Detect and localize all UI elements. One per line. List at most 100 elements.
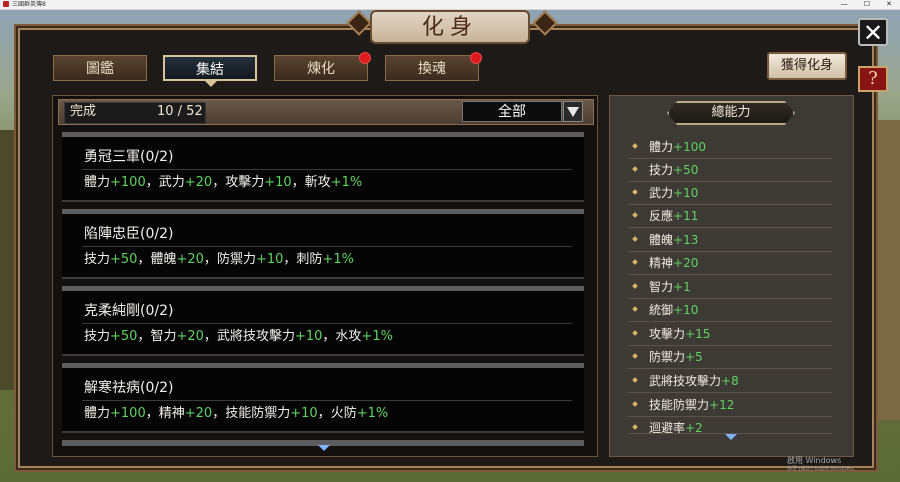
stat-bonus: +10 [255,252,284,267]
diamond-bullet-icon [632,236,638,242]
stat-bonus: +5 [685,350,703,364]
tab-label: 煉化 [307,61,335,77]
diamond-bullet-icon [632,166,638,172]
set-stats: 技力+50，智力+20，武將技攻擊力+10，水攻+1% [84,329,393,344]
minimize-button[interactable]: — [841,0,848,9]
stat-name: 反應 [649,209,674,223]
watermark-line: 移至 [設定] 以啟用 Windows。 [787,466,858,472]
dropdown-arrow-icon[interactable] [563,101,583,122]
divider [82,400,572,401]
close-button[interactable]: ✕ [858,18,888,46]
tab-codex[interactable]: 圖鑑 [53,55,147,81]
stat-name: 水攻 [335,329,362,344]
stat-bonus: +1 [673,280,691,294]
summary-title: 總能力 [711,105,751,120]
summary-row: 技力+50 [628,159,832,182]
obtain-incarnation-button[interactable]: 獲得化身 [767,52,847,80]
stat-name: 攻擊力 [649,327,686,341]
stat-name: 體力 [84,175,111,190]
diamond-bullet-icon [632,377,638,383]
alert-dot-icon [359,52,371,64]
stat-bonus: +100 [673,140,706,154]
stat-bonus: +10 [673,303,699,317]
set-title: 勇冠三軍(0/2) [84,149,174,165]
stat-name: 火防 [330,406,357,421]
active-tab-pointer-icon [205,81,217,87]
set-stats: 體力+100，武力+20，攻擊力+10，斬攻+1% [84,175,363,190]
stat-bonus: +20 [176,329,204,344]
summary-row: 攻擊力+15 [628,323,832,346]
maximize-button[interactable]: ☐ [864,0,870,9]
stat-bonus: +2 [685,421,703,435]
stat-name: 技力 [84,329,111,344]
stat-name: 防禦力 [216,252,256,267]
stat-bonus: +15 [685,327,711,341]
set-card[interactable]: 陷陣忠臣(0/2) 技力+50，體魄+20，防禦力+10，刺防+1% [62,209,584,279]
summary-row: 反應+11 [628,205,832,228]
stat-bonus: +1% [330,175,363,190]
divider [82,323,572,324]
summary-row: 迴避率+2 [628,417,832,435]
summary-row: 武力+10 [628,182,832,205]
tab-label: 圖鑑 [86,61,114,77]
stat-name: 刺防 [296,252,323,267]
stat-bonus: +10 [264,175,292,190]
set-card[interactable]: 解寒祛病(0/2) 體力+100，精神+20，技能防禦力+10，火防+1% [62,363,584,433]
progress-label: 完成 [70,104,97,119]
diamond-bullet-icon [632,283,638,289]
tab-refine[interactable]: 煉化 [274,52,371,81]
tab-label: 換魂 [418,61,446,77]
stat-bonus: +10 [294,329,323,344]
stat-bonus: +20 [184,406,213,421]
stat-bonus: +1% [322,252,354,267]
stat-name: 攻擊力 [225,175,265,190]
stat-bonus: +10 [673,186,699,200]
window-title: 三國群英傳8 [12,1,46,8]
tab-soul-swap[interactable]: 換魂 [385,52,482,81]
set-title: 解寒祛病(0/2) [84,380,174,396]
stat-bonus: +50 [110,329,138,344]
diamond-bullet-icon [632,353,638,359]
summary-row: 武將技攻擊力+8 [628,370,832,393]
stat-name: 體力 [649,140,674,154]
stat-bonus: +12 [709,398,735,412]
stat-name: 技力 [649,163,674,177]
summary-row: 防禦力+5 [628,346,832,369]
progress-count: 10 / 52 [157,104,203,119]
diamond-bullet-icon [632,189,638,195]
summary-row: 體魄+13 [628,229,832,252]
stat-bonus: +20 [673,256,699,270]
scroll-down-icon[interactable] [318,445,330,451]
stat-bonus: +1% [356,406,389,421]
stat-name: 武力 [649,186,674,200]
windows-activation-watermark: 啟用 Windows 移至 [設定] 以啟用 Windows。 [787,456,858,474]
app-icon [3,1,9,7]
close-icon: ✕ [862,19,884,47]
stat-name: 精神 [158,406,185,421]
help-button[interactable]: ? [858,66,888,92]
set-stats: 體力+100，精神+20，技能防禦力+10，火防+1% [84,406,389,421]
set-card[interactable]: 克柔純剛(0/2) 技力+50，智力+20，武將技攻擊力+10，水攻+1% [62,286,584,356]
summary-row: 智力+1 [628,276,832,299]
stat-name: 體魄 [150,252,177,267]
stat-bonus: +20 [176,252,204,267]
diamond-bullet-icon [632,143,638,149]
tab-assemble[interactable]: 集結 [163,55,257,81]
divider [82,246,572,247]
set-card[interactable]: 勇冠三軍(0/2) 體力+100，武力+20，攻擊力+10，斬攻+1% [62,132,584,202]
filter-select[interactable]: 全部 [462,101,562,122]
stat-name: 體魄 [649,233,674,247]
window-close-button[interactable]: ✕ [886,0,892,9]
stat-name: 技能防禦力 [225,406,291,421]
summary-scroll-down-icon[interactable] [725,434,737,440]
stat-bonus: +50 [673,163,699,177]
diamond-bullet-icon [632,401,638,407]
stat-bonus: +50 [110,252,138,267]
stat-bonus: +100 [110,406,146,421]
watermark-line: 啟用 Windows [787,456,842,465]
stat-name: 體力 [84,406,111,421]
summary-row: 體力+100 [628,136,832,159]
stat-name: 武將技攻擊力 [216,329,295,344]
stat-name: 智力 [150,329,177,344]
summary-row: 精神+20 [628,252,832,275]
